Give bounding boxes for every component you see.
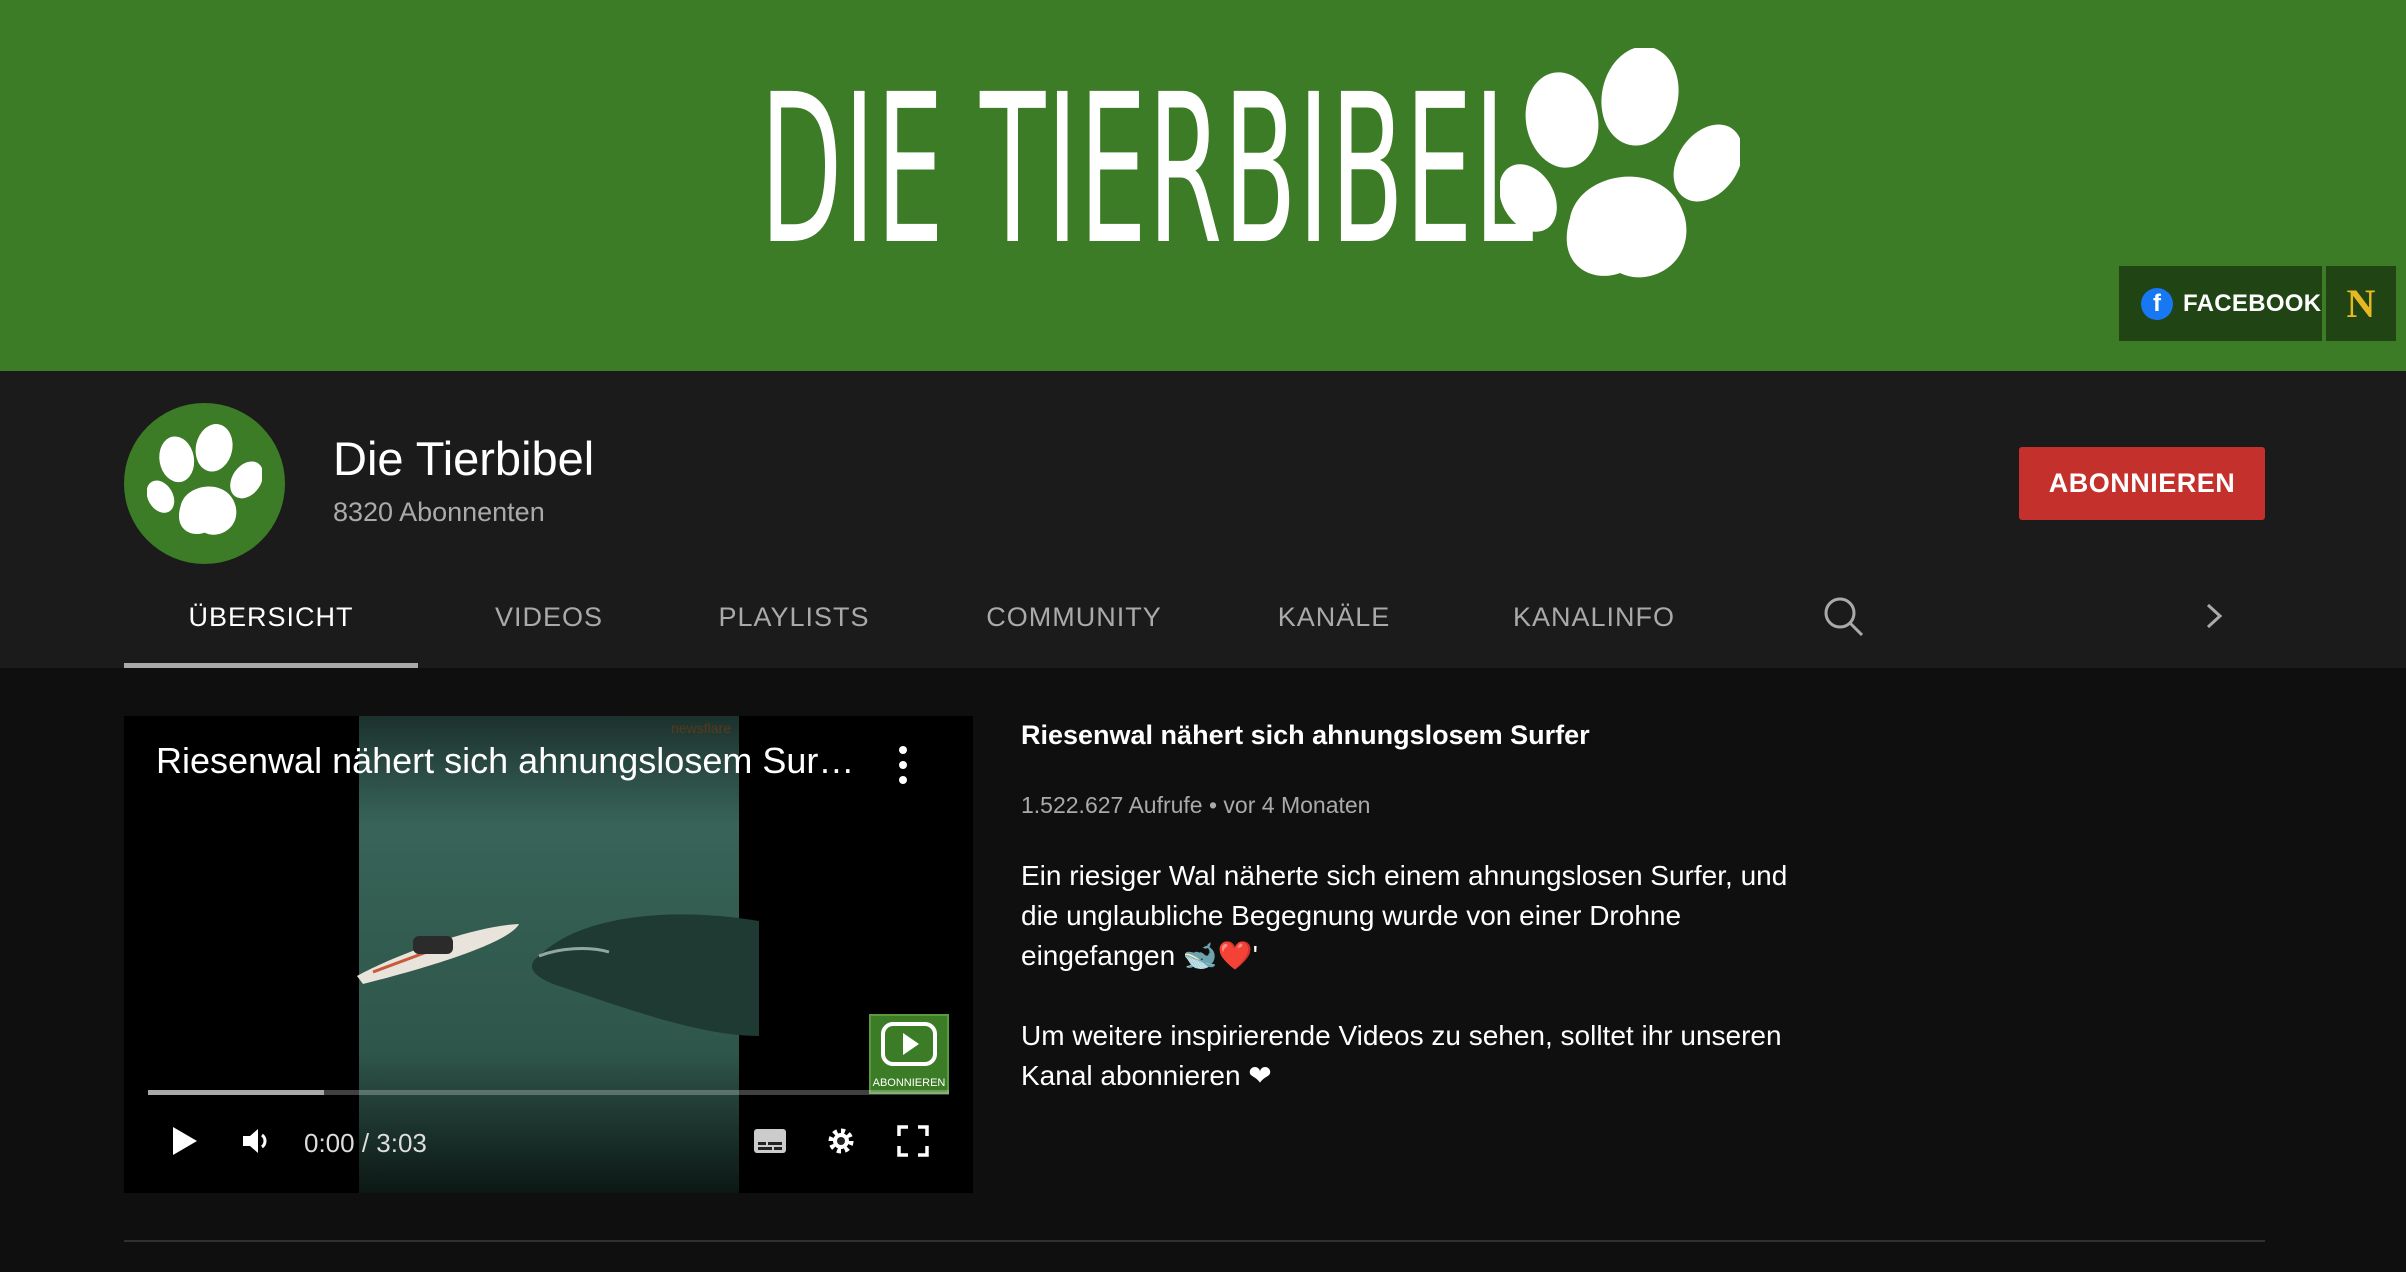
paw-icon — [1500, 48, 1740, 278]
video-title[interactable]: Riesenwal nähert sich ahnungslosem Surfe… — [1021, 720, 1590, 751]
tab-videos[interactable]: VIDEOS — [469, 567, 629, 668]
n-site-link[interactable]: N — [2326, 266, 2396, 341]
time-display: 0:00 / 3:03 — [304, 1128, 427, 1158]
chevron-right-icon[interactable] — [2194, 591, 2234, 641]
whale-image — [531, 914, 759, 1036]
play-button-icon — [881, 1022, 937, 1066]
settings-button[interactable] — [816, 1116, 866, 1166]
channel-header: Die Tierbibel 8320 Abonnenten ABONNIEREN… — [0, 371, 2406, 668]
tab-community[interactable]: COMMUNITY — [964, 567, 1184, 668]
more-vert-icon[interactable] — [888, 740, 918, 790]
tab-channels[interactable]: KANÄLE — [1254, 567, 1414, 668]
subscribe-button[interactable]: ABONNIEREN — [2019, 447, 2265, 520]
n-site-icon: N — [2346, 281, 2376, 326]
subtitles-icon — [754, 1129, 786, 1153]
banner-links: f FACEBOOK N — [2119, 266, 2396, 341]
facebook-link-label: FACEBOOK — [2183, 289, 2322, 317]
volume-button[interactable] — [232, 1116, 282, 1166]
gear-icon — [828, 1128, 854, 1154]
section-divider — [124, 1240, 2265, 1242]
volume-icon — [243, 1129, 267, 1153]
channel-name: Die Tierbibel — [333, 432, 595, 485]
fullscreen-button[interactable] — [888, 1116, 938, 1166]
tab-overview[interactable]: ÜBERSICHT — [124, 567, 418, 668]
progress-fill — [148, 1090, 325, 1095]
progress-bar[interactable] — [148, 1090, 949, 1095]
player-title[interactable]: Riesenwal nähert sich ahnungslosem Surf.… — [156, 740, 856, 782]
channel-avatar[interactable] — [124, 403, 285, 564]
fullscreen-icon — [897, 1125, 929, 1157]
subscribe-watermark-label: ABONNIEREN — [872, 1077, 946, 1089]
video-meta: 1.522.627 Aufrufe • vor 4 Monaten — [1021, 792, 1371, 818]
channel-banner: DIE TIERBIBEL f FACEBOOK N — [0, 0, 2406, 371]
avatar-paw-icon — [147, 424, 262, 535]
search-icon[interactable] — [1818, 591, 1868, 641]
banner-title: DIE TIERBIBEL — [760, 50, 1535, 290]
subtitles-button[interactable] — [745, 1116, 795, 1166]
channel-tabs: ÜBERSICHT VIDEOS PLAYLISTS COMMUNITY KAN… — [124, 567, 2224, 668]
surfboard-image — [357, 924, 519, 984]
facebook-link[interactable]: f FACEBOOK — [2119, 266, 2322, 341]
subscribe-watermark[interactable]: ABONNIEREN — [869, 1014, 949, 1094]
tab-playlists[interactable]: PLAYLISTS — [694, 567, 894, 668]
video-player[interactable]: newsflare Riesenwal nähert sich ahnungsl… — [124, 716, 973, 1193]
play-button[interactable] — [160, 1116, 210, 1166]
tab-about[interactable]: KANALINFO — [1484, 567, 1704, 668]
facebook-icon: f — [2141, 287, 2173, 320]
subscriber-count: 8320 Abonnenten — [333, 497, 545, 527]
play-icon — [173, 1127, 197, 1155]
video-description: Ein riesiger Wal näherte sich einem ahnu… — [1021, 860, 1788, 1091]
